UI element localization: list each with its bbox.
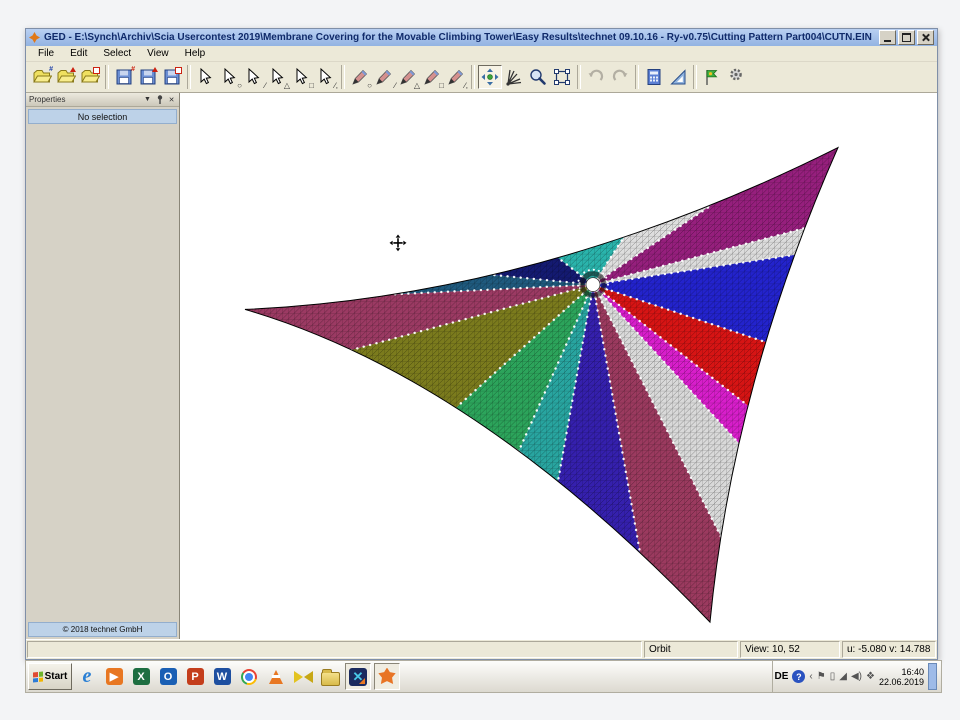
powerpoint-icon[interactable]: P bbox=[183, 664, 207, 689]
vlc-icon[interactable] bbox=[264, 664, 288, 689]
app-icon bbox=[29, 32, 40, 43]
panel-dropdown-icon[interactable]: ▼ bbox=[143, 95, 152, 104]
orbit-pan-button[interactable] bbox=[478, 65, 502, 89]
outlook-icon[interactable]: O bbox=[156, 664, 180, 689]
start-button[interactable]: Start bbox=[28, 663, 72, 690]
title-bar[interactable]: GED - E:\Synch\Archiv\Scia Usercontest 2… bbox=[26, 29, 937, 46]
clock: 16:40 22.06.2019 bbox=[879, 667, 924, 687]
properties-panel-title: Properties bbox=[29, 95, 140, 104]
menu-edit[interactable]: Edit bbox=[62, 47, 95, 60]
status-message-cell bbox=[27, 641, 642, 658]
open-rect-button[interactable] bbox=[78, 65, 102, 89]
properties-panel: Properties ▼ ✕ No selection © 2018 techn… bbox=[26, 93, 180, 639]
sync-tool-icon[interactable] bbox=[291, 664, 315, 689]
select-element-button[interactable]: △ bbox=[266, 65, 290, 89]
open-hash-button[interactable]: # bbox=[30, 65, 54, 89]
select-tool-button[interactable] bbox=[194, 65, 218, 89]
undo-button[interactable] bbox=[584, 65, 608, 89]
media-player-icon[interactable]: ▶ bbox=[102, 664, 126, 689]
device-tray-icon[interactable]: ▯ bbox=[830, 671, 836, 682]
toolbar-separator bbox=[341, 65, 345, 89]
restore-button[interactable] bbox=[898, 30, 915, 45]
show-desktop-button[interactable] bbox=[928, 663, 937, 690]
center-hub bbox=[586, 278, 600, 292]
save-hash-button[interactable]: # bbox=[112, 65, 136, 89]
file-manager-icon[interactable] bbox=[318, 664, 342, 689]
menu-select[interactable]: Select bbox=[95, 47, 139, 60]
draw-point-button[interactable]: ○ bbox=[348, 65, 372, 89]
panel-pin-icon[interactable] bbox=[155, 95, 164, 104]
language-indicator[interactable]: DE bbox=[775, 671, 789, 682]
start-label: Start bbox=[45, 671, 68, 682]
clock-time: 16:40 bbox=[879, 667, 924, 677]
toolbar-separator bbox=[187, 65, 191, 89]
zoom-extents-button[interactable] bbox=[550, 65, 574, 89]
close-button[interactable] bbox=[917, 30, 934, 45]
draw-patch-button[interactable]: □ bbox=[420, 65, 444, 89]
main-toolbar: # # ○ ∕ △ □ ∕, ○ ∕ △ □ ∕, bbox=[26, 62, 937, 93]
render-settings-button[interactable] bbox=[724, 65, 748, 89]
status-uv-coords: u: -5.080 v: 14.788 bbox=[842, 641, 936, 658]
save-triangle-button[interactable] bbox=[136, 65, 160, 89]
redo-button[interactable] bbox=[608, 65, 632, 89]
taskbar: Start e ▶ X O P W ✕ DE ? ‹ ⚑ ▯ ◢ ◀) ❖ 16… bbox=[25, 660, 942, 693]
select-point-button[interactable]: ○ bbox=[218, 65, 242, 89]
membrane-drawing bbox=[180, 93, 937, 639]
clock-date: 22.06.2019 bbox=[879, 677, 924, 687]
copyright-footer: © 2018 technet GmbH bbox=[28, 622, 177, 637]
selection-status: No selection bbox=[28, 109, 177, 124]
mesh-overlay bbox=[180, 93, 937, 639]
app-tray-icon[interactable]: ❖ bbox=[866, 671, 875, 682]
flag-button[interactable] bbox=[700, 65, 724, 89]
move-cursor bbox=[389, 234, 407, 252]
internet-explorer-icon[interactable]: e bbox=[75, 664, 99, 689]
system-tray: DE ? ‹ ⚑ ▯ ◢ ◀) ❖ 16:40 22.06.2019 bbox=[772, 661, 939, 692]
calculator-button[interactable] bbox=[642, 65, 666, 89]
status-mode: Orbit bbox=[644, 641, 738, 658]
status-view: View: 10, 52 bbox=[740, 641, 840, 658]
menu-file[interactable]: File bbox=[30, 47, 62, 60]
toolbar-separator bbox=[635, 65, 639, 89]
menu-bar: File Edit Select View Help bbox=[26, 46, 937, 62]
set-square-button[interactable] bbox=[666, 65, 690, 89]
ged-app-icon[interactable] bbox=[374, 663, 400, 690]
window-title: GED - E:\Synch\Archiv\Scia Usercontest 2… bbox=[44, 32, 875, 43]
menu-help[interactable]: Help bbox=[177, 47, 214, 60]
select-seam-button[interactable]: ∕, bbox=[314, 65, 338, 89]
menu-view[interactable]: View bbox=[139, 47, 177, 60]
status-bar: Orbit View: 10, 52 u: -5.080 v: 14.788 bbox=[26, 639, 937, 659]
toolbar-separator bbox=[577, 65, 581, 89]
windows-logo-icon bbox=[33, 671, 43, 682]
zoom-magnifier-button[interactable] bbox=[526, 65, 550, 89]
excel-icon[interactable]: X bbox=[129, 664, 153, 689]
cad-app-icon[interactable]: ✕ bbox=[345, 663, 371, 690]
draw-seam-button[interactable]: ∕, bbox=[444, 65, 468, 89]
draw-curve-button[interactable]: ∕ bbox=[372, 65, 396, 89]
save-rect-button[interactable] bbox=[160, 65, 184, 89]
select-curve-button[interactable]: ∕ bbox=[242, 65, 266, 89]
draw-element-button[interactable]: △ bbox=[396, 65, 420, 89]
select-patch-button[interactable]: □ bbox=[290, 65, 314, 89]
word-icon[interactable]: W bbox=[210, 664, 234, 689]
toolbar-separator bbox=[471, 65, 475, 89]
toolbar-separator bbox=[105, 65, 109, 89]
zoom-rays-button[interactable] bbox=[502, 65, 526, 89]
flag-tray-icon[interactable]: ⚑ bbox=[817, 671, 826, 682]
volume-icon[interactable]: ◀) bbox=[851, 671, 862, 682]
model-viewport[interactable] bbox=[180, 93, 937, 639]
open-triangle-button[interactable] bbox=[54, 65, 78, 89]
properties-panel-body bbox=[26, 126, 179, 620]
panel-close-icon[interactable]: ✕ bbox=[167, 95, 176, 104]
network-signal-icon[interactable]: ◢ bbox=[839, 671, 847, 682]
help-tray-icon[interactable]: ? bbox=[792, 670, 805, 683]
tray-expand-icon[interactable]: ‹ bbox=[809, 671, 812, 682]
minimize-button[interactable] bbox=[879, 30, 896, 45]
toolbar-separator bbox=[693, 65, 697, 89]
application-window: GED - E:\Synch\Archiv\Scia Usercontest 2… bbox=[25, 28, 938, 660]
chrome-icon[interactable] bbox=[237, 664, 261, 689]
